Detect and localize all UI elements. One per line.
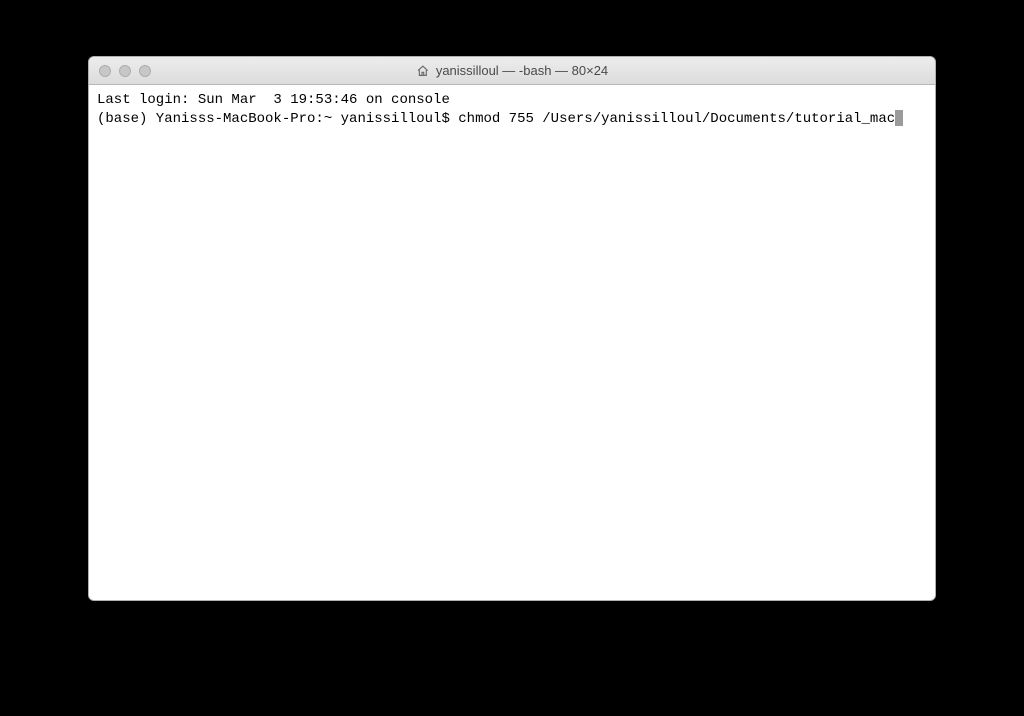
minimize-button[interactable] bbox=[119, 65, 131, 77]
shell-prompt: (base) Yanisss-MacBook-Pro:~ yanissillou… bbox=[97, 111, 458, 127]
traffic-lights bbox=[99, 65, 151, 77]
titlebar[interactable]: yanissilloul — -bash — 80×24 bbox=[89, 57, 935, 85]
cursor bbox=[895, 110, 903, 126]
zoom-button[interactable] bbox=[139, 65, 151, 77]
typed-command: chmod 755 /Users/yanissilloul/Documents/… bbox=[458, 111, 895, 127]
last-login-line: Last login: Sun Mar 3 19:53:46 on consol… bbox=[97, 92, 450, 108]
window-title: yanissilloul — -bash — 80×24 bbox=[436, 63, 608, 78]
home-icon bbox=[416, 64, 430, 78]
terminal-body[interactable]: Last login: Sun Mar 3 19:53:46 on consol… bbox=[89, 85, 935, 600]
window-title-area: yanissilloul — -bash — 80×24 bbox=[416, 63, 608, 78]
terminal-window: yanissilloul — -bash — 80×24 Last login:… bbox=[88, 56, 936, 601]
close-button[interactable] bbox=[99, 65, 111, 77]
